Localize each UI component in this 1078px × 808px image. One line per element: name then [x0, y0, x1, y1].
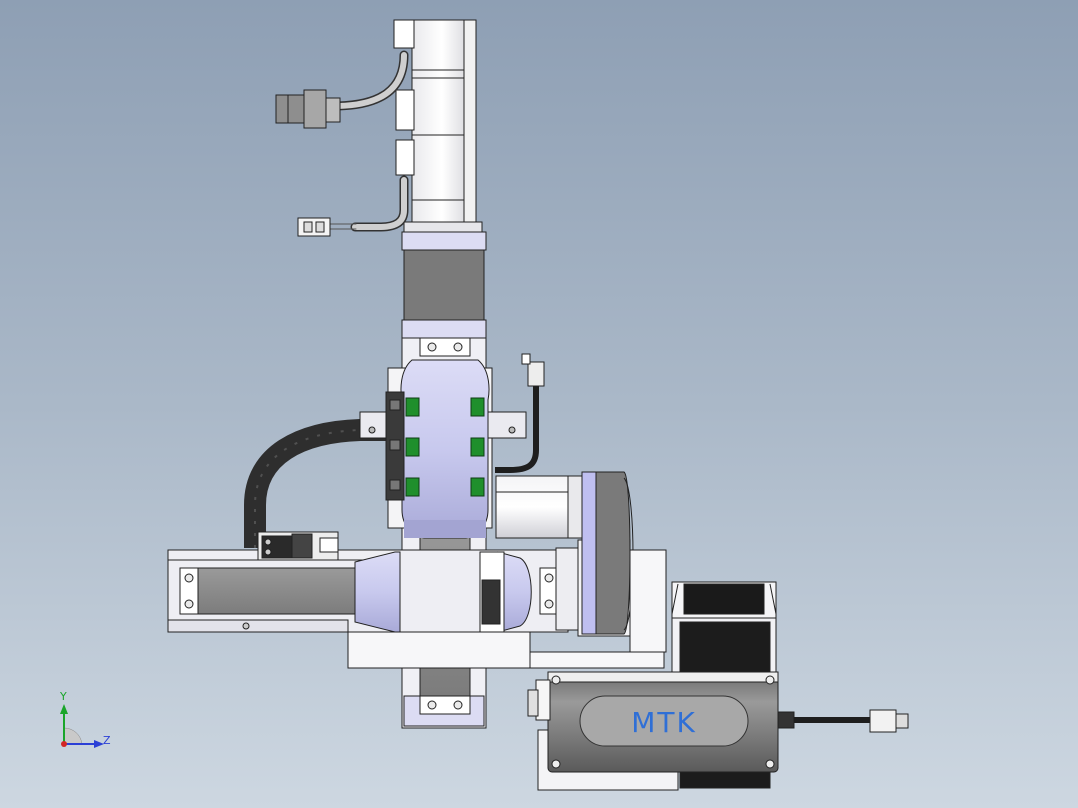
- assembly-drawing: MTK Y Z: [59, 19, 909, 791]
- carriage-clamps: [385, 391, 405, 501]
- cad-viewport[interactable]: MTK Y Z: [0, 0, 1078, 808]
- brand-label: MTK: [631, 706, 697, 739]
- cable-chain: [244, 419, 388, 548]
- motor-flange: [401, 231, 487, 339]
- axis-y-arrow: [60, 704, 68, 714]
- base-plate: [347, 631, 665, 669]
- base-carriage-right: [479, 551, 532, 637]
- axis-x-dot: [61, 741, 67, 747]
- top-motor-cables: [329, 50, 409, 232]
- axis-triad: Y Z: [59, 690, 111, 748]
- triad-arc: [63, 727, 83, 745]
- axis-y-label: Y: [59, 690, 67, 703]
- brake-connector: [297, 217, 331, 237]
- terminal-block: [257, 531, 339, 561]
- axis-z-label: Z: [103, 734, 111, 747]
- gear-motor-cable: [777, 709, 909, 733]
- encoder-connector: [275, 89, 341, 129]
